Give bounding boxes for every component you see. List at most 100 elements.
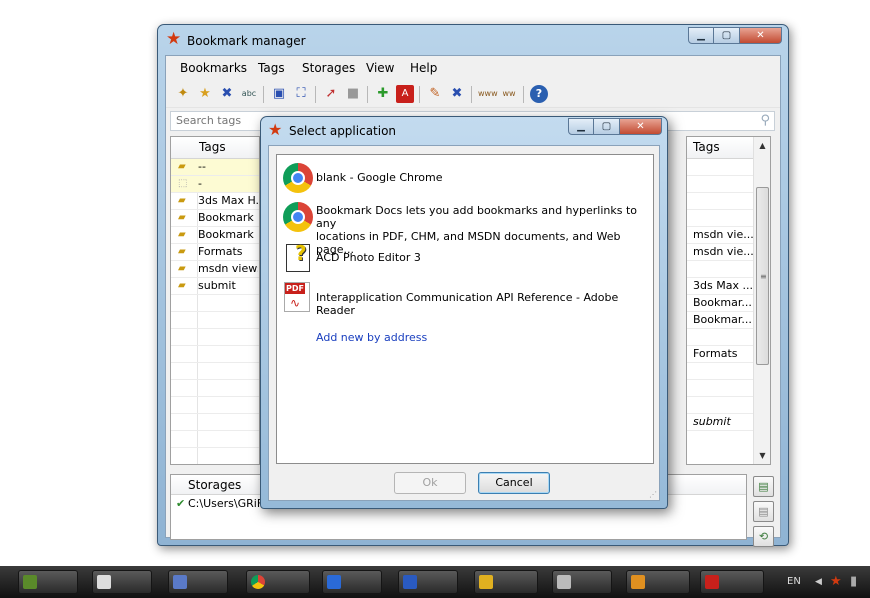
delete-bookmark-icon[interactable]: ✖ xyxy=(218,85,236,103)
fit-icon[interactable]: ⛶ xyxy=(292,85,310,103)
tag-row[interactable]: ⬚ - xyxy=(171,176,259,193)
add-storage-button[interactable]: ▤ xyxy=(753,476,774,497)
pdf-toolbar-icon[interactable]: A xyxy=(396,85,414,103)
window-title: Bookmark manager xyxy=(187,34,306,48)
ok-button[interactable]: Ok xyxy=(394,472,466,494)
select-application-dialog: ★ Select application ▁ ▢ ✕ blank - Googl… xyxy=(260,116,668,509)
taskbar: EN ◀ ★ ▮ xyxy=(0,566,870,598)
maximize-button[interactable]: ▢ xyxy=(714,27,740,44)
toolbar-separator xyxy=(367,86,368,103)
dialog-title: Select application xyxy=(289,124,397,138)
tray-arrow-icon[interactable]: ◀ xyxy=(815,577,822,587)
tags-list[interactable]: Tags ▰-- ⬚- ▰3ds Max H... ▰Bookmark ... … xyxy=(170,136,260,465)
menu-bar: Bookmarks Tags Storages View Help xyxy=(166,56,780,80)
app-label: ACD Photo Editor 3 xyxy=(316,251,421,264)
bookmark-manager-tray-icon[interactable]: ★ xyxy=(830,574,842,589)
taskbar-button[interactable] xyxy=(700,570,764,594)
stop-icon[interactable]: ■ xyxy=(344,85,362,103)
pdf-icon: PDF ∿ xyxy=(281,281,315,315)
tag-row-empty xyxy=(171,363,259,380)
taskbar-button[interactable] xyxy=(552,570,612,594)
close-button[interactable]: ✕ xyxy=(740,27,782,44)
properties-icon[interactable]: ▣ xyxy=(270,85,288,103)
toolbar-separator xyxy=(523,86,524,103)
menu-tags[interactable]: Tags xyxy=(258,61,285,75)
www-icon[interactable]: www xyxy=(478,85,498,103)
tag-row[interactable]: ▰ Bookmark ... xyxy=(171,210,259,227)
toolbar-separator xyxy=(263,86,264,103)
new-bookmark-icon[interactable]: ✦ xyxy=(174,85,192,103)
add-green-icon[interactable]: ✚ xyxy=(374,85,392,103)
tag-row-empty xyxy=(171,346,259,363)
dialog-minimize-button[interactable]: ▁ xyxy=(568,118,594,135)
tag-icon: ▰ xyxy=(178,195,186,206)
menu-view[interactable]: View xyxy=(366,61,394,75)
tag-row[interactable]: ▰ Formats xyxy=(171,244,259,261)
dialog-close-button[interactable]: ✕ xyxy=(620,118,662,135)
minimize-button[interactable]: ▁ xyxy=(688,27,714,44)
taskbar-button[interactable] xyxy=(92,570,152,594)
menu-bookmarks[interactable]: Bookmarks xyxy=(180,61,247,75)
sync-storage-button[interactable]: ⟲ xyxy=(753,526,774,547)
tags-column-header[interactable]: Tags xyxy=(171,137,259,159)
app-item-chrome-bookmark-docs[interactable]: Bookmark Docs lets you add bookmarks and… xyxy=(281,200,649,256)
search-icon[interactable]: ⚲ xyxy=(760,113,770,128)
tag-row[interactable]: ▰ 3ds Max H... xyxy=(171,193,259,210)
app-label: blank - Google Chrome xyxy=(316,171,443,184)
taskbar-button[interactable] xyxy=(398,570,458,594)
rename-icon[interactable]: abc xyxy=(240,85,258,103)
tag-row-empty xyxy=(171,295,259,312)
tag-row-empty xyxy=(171,397,259,414)
tag-label: Bookmark ... xyxy=(198,211,258,224)
remove-icon[interactable]: ✖ xyxy=(448,85,466,103)
taskbar-button[interactable] xyxy=(474,570,538,594)
tag-empty-icon: ⬚ xyxy=(178,178,188,189)
tag-icon: ▰ xyxy=(178,212,186,223)
tag-row[interactable]: ▰ msdn views xyxy=(171,261,259,278)
dialog-maximize-button[interactable]: ▢ xyxy=(594,118,620,135)
taskbar-button[interactable] xyxy=(18,570,78,594)
app-icon xyxy=(403,575,417,589)
resize-grip-icon[interactable]: ⋰ xyxy=(649,490,657,499)
taskbar-button[interactable] xyxy=(246,570,310,594)
taskbar-button[interactable] xyxy=(626,570,690,594)
remove-storage-button[interactable]: ▤ xyxy=(753,501,774,522)
taskbar-button[interactable] xyxy=(322,570,382,594)
tray-icon[interactable]: ▮ xyxy=(850,574,857,589)
menu-storages[interactable]: Storages xyxy=(302,61,355,75)
add-new-by-address-link[interactable]: Add new by address xyxy=(316,331,427,344)
toolbar-separator xyxy=(419,86,420,103)
tag-row-empty xyxy=(171,431,259,448)
tag-group-icon: ▰ xyxy=(178,161,186,172)
chrome-icon xyxy=(251,575,265,589)
chrome-icon xyxy=(281,161,315,195)
tag-row[interactable]: ▰ Bookmark ... xyxy=(171,227,259,244)
application-list[interactable]: blank - Google Chrome Bookmark Docs lets… xyxy=(276,154,654,464)
help-icon[interactable]: ? xyxy=(530,85,548,103)
title-bar[interactable]: ★ Bookmark manager ▁ ▢ ✕ xyxy=(158,25,788,55)
tag-label: 3ds Max H... xyxy=(198,194,258,207)
www-remove-icon[interactable]: ww xyxy=(500,85,518,103)
bookmarks-scrollbar[interactable]: ▲ ≡ ▼ xyxy=(753,137,770,464)
language-indicator[interactable]: EN xyxy=(787,576,801,587)
tag-row-empty xyxy=(171,380,259,397)
taskbar-button[interactable] xyxy=(168,570,228,594)
app-item-chrome-blank[interactable]: blank - Google Chrome xyxy=(281,161,649,195)
tag-label: Bookmark ... xyxy=(198,228,258,241)
tag-label: submit xyxy=(198,279,236,292)
star-app-icon: ★ xyxy=(166,29,182,49)
tag-row[interactable]: ▰ submit xyxy=(171,278,259,295)
app-item-acd-photo-editor[interactable]: ? ACD Photo Editor 3 xyxy=(281,241,649,275)
cancel-button[interactable]: Cancel xyxy=(478,472,550,494)
app-item-adobe-reader[interactable]: PDF ∿ Interapplication Communication API … xyxy=(281,281,649,317)
tag-icon: ▰ xyxy=(178,280,186,291)
scroll-up-icon[interactable]: ▲ xyxy=(754,137,771,154)
star-app-icon: ★ xyxy=(268,120,283,139)
scroll-thumb[interactable]: ≡ xyxy=(756,187,769,365)
edit-pen-icon[interactable]: ✎ xyxy=(426,85,444,103)
cursor-icon[interactable]: ➚ xyxy=(322,85,340,103)
star-bookmark-icon[interactable]: ★ xyxy=(196,85,214,103)
scroll-down-icon[interactable]: ▼ xyxy=(754,447,771,464)
tag-row[interactable]: ▰ -- xyxy=(171,159,259,176)
menu-help[interactable]: Help xyxy=(410,61,437,75)
